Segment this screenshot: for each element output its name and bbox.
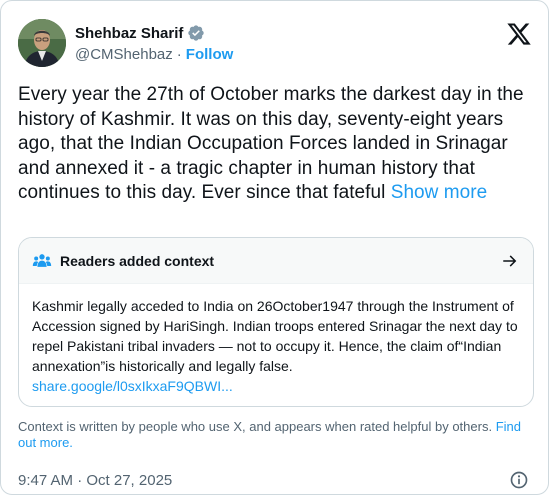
community-note[interactable]: Readers added context Kashmir legally ac… [18, 237, 534, 407]
tweet-header: Shehbaz Sharif @CMShehbaz · Follow [18, 19, 538, 71]
avatar[interactable] [18, 19, 66, 67]
author-name-row: Shehbaz Sharif [75, 23, 205, 43]
tweet-timestamp[interactable]: 9:47 AM · Oct 27, 2025 [18, 472, 172, 489]
context-notice: Context is written by people who use X, … [18, 419, 538, 451]
author-name[interactable]: Shehbaz Sharif [75, 25, 183, 42]
arrow-right-icon[interactable] [501, 252, 519, 270]
verified-badge-icon [188, 25, 205, 41]
tweet-text: Every year the 27th of October marks the… [18, 83, 534, 206]
author-handle[interactable]: @CMShehbaz [75, 46, 173, 63]
tweet-card: Shehbaz Sharif @CMShehbaz · Follow Every… [0, 0, 549, 495]
author-handle-row: @CMShehbaz · Follow [75, 46, 233, 63]
context-notice-text: Context is written by people who use X, … [18, 419, 493, 434]
x-logo-icon[interactable] [506, 21, 532, 47]
community-note-body: Kashmir legally acceded to India on 26Oc… [32, 296, 524, 396]
info-icon[interactable] [509, 470, 529, 490]
community-note-title: Readers added context [60, 253, 215, 269]
people-icon [32, 254, 52, 267]
community-note-source-link[interactable]: share.google/l0sxIkxaF9QBWI... [32, 378, 233, 394]
follow-button[interactable]: Follow [186, 46, 234, 63]
community-note-header[interactable]: Readers added context [19, 238, 533, 284]
community-note-text: Kashmir legally acceded to India on 26Oc… [32, 298, 518, 374]
separator-dot: · [176, 46, 182, 63]
show-more-link[interactable]: Show more [391, 182, 488, 203]
